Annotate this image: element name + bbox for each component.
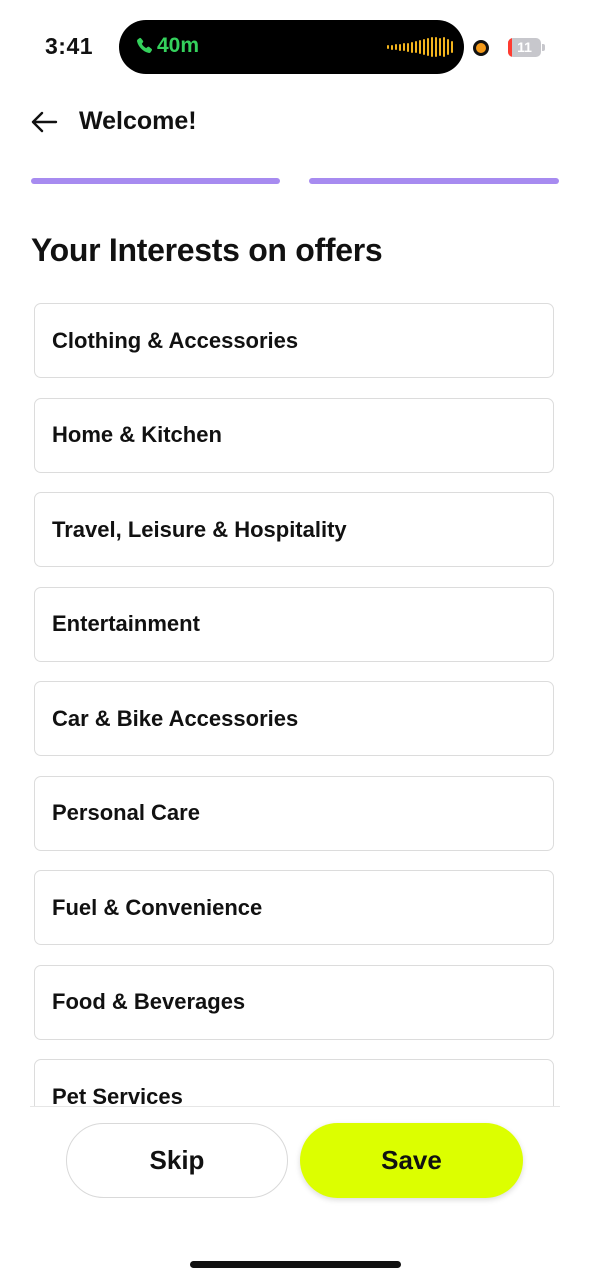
interest-list[interactable]: Clothing & Accessories Home & Kitchen Trav… bbox=[34, 303, 555, 1107]
interest-label: Travel, Leisure & Hospitality bbox=[52, 516, 347, 542]
interest-item[interactable]: Food & Beverages bbox=[34, 964, 554, 1040]
interest-label: Personal Care bbox=[52, 800, 200, 825]
battery-level: 11 bbox=[517, 39, 532, 55]
home-indicator[interactable] bbox=[190, 1261, 401, 1268]
battery-cap bbox=[542, 44, 545, 51]
page-title: Welcome! bbox=[79, 107, 197, 135]
section-title: Your Interests on offers bbox=[31, 232, 383, 268]
interest-label: Entertainment bbox=[52, 611, 200, 636]
recording-dot-icon bbox=[473, 40, 489, 56]
dynamic-island[interactable]: 40m bbox=[119, 20, 464, 74]
interest-label: Food & Beverages bbox=[52, 989, 246, 1014]
save-button[interactable]: Save bbox=[300, 1123, 523, 1198]
call-duration: 40m bbox=[157, 34, 200, 57]
interest-item[interactable]: Clothing & Accessories bbox=[34, 303, 554, 378]
welcome-interests-screen: 3:41 40m 11 Welcome! Your Interests on o… bbox=[0, 0, 589, 1280]
interest-item[interactable]: Pet Services bbox=[34, 1059, 554, 1107]
interest-item[interactable]: Home & Kitchen bbox=[34, 397, 554, 473]
interest-label: Home & Kitchen bbox=[52, 422, 222, 447]
interest-item[interactable]: Personal Care bbox=[34, 775, 554, 851]
interest-item[interactable]: Fuel & Convenience bbox=[34, 870, 554, 945]
waveform-icon bbox=[387, 36, 453, 58]
interest-label: Pet Services bbox=[52, 1083, 183, 1108]
arrow-left-icon bbox=[31, 111, 58, 133]
status-time: 3:41 bbox=[45, 33, 94, 59]
phone-icon bbox=[137, 37, 153, 53]
interest-item[interactable]: Car & Bike Accessories bbox=[34, 681, 554, 756]
list-divider bbox=[30, 1106, 560, 1107]
progress-step-1 bbox=[31, 178, 280, 184]
interest-label: Clothing & Accessories bbox=[52, 327, 299, 353]
skip-button[interactable]: Skip bbox=[66, 1123, 288, 1198]
back-button[interactable] bbox=[28, 106, 60, 138]
progress-step-2 bbox=[309, 178, 559, 184]
interest-label: Fuel & Convenience bbox=[52, 894, 263, 920]
interest-item[interactable]: Entertainment bbox=[34, 586, 554, 662]
battery-icon: 11 bbox=[508, 38, 541, 57]
interest-label: Car & Bike Accessories bbox=[52, 705, 299, 731]
interest-item[interactable]: Travel, Leisure & Hospitality bbox=[34, 492, 554, 567]
status-bar: 3:41 40m 11 bbox=[0, 0, 589, 94]
